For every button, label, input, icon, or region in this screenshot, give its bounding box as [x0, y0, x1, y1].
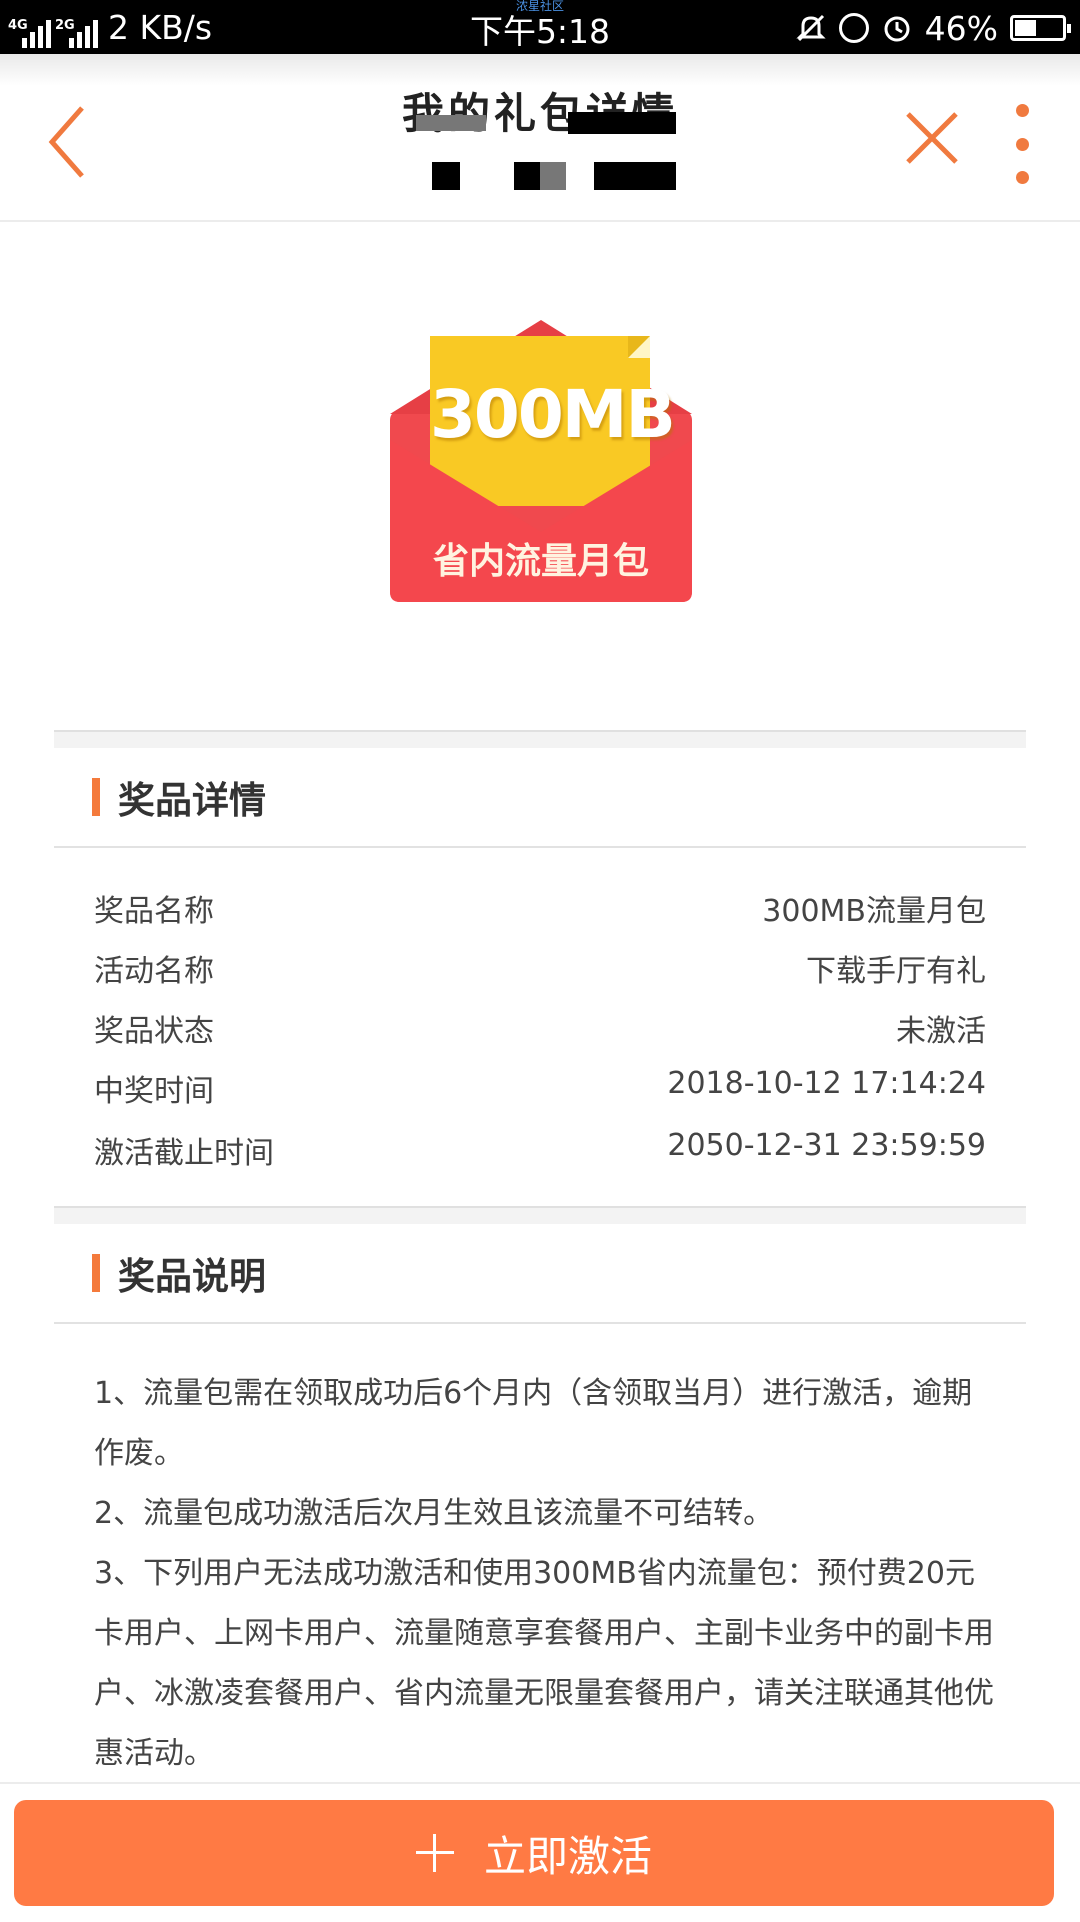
- close-icon[interactable]: [904, 110, 960, 166]
- details-section-header: 奖品详情: [54, 746, 1026, 848]
- section-accent-bar: [92, 1254, 100, 1292]
- detail-row: 中奖时间 2018-10-12 17:14:24: [94, 1066, 986, 1126]
- description-item: 2、流量包成功激活后次月生效且该流量不可结转。: [94, 1496, 774, 1531]
- status-bar: 4G 2G 2 KB/s 浓星社区 下午5:18 46%: [0, 0, 1080, 54]
- mute-icon: [796, 14, 826, 42]
- details-heading: 奖品详情: [118, 779, 266, 822]
- prize-package-label: 省内流量月包: [432, 541, 649, 582]
- activate-button[interactable]: 立即激活: [14, 1800, 1054, 1906]
- section-accent-bar: [92, 778, 100, 816]
- description-item: 3、下列用户无法成功激活和使用300MB省内流量包：预付费20元卡用户、上网卡用…: [94, 1556, 994, 1771]
- description-section-header: 奖品说明: [54, 1222, 1026, 1324]
- status-right: 46%: [795, 8, 1071, 48]
- detail-value: 2050-12-31 23:59:59: [667, 1128, 986, 1163]
- detail-value: 未激活: [896, 1014, 986, 1049]
- data-saver-icon: [838, 13, 869, 43]
- detail-row: 激活截止时间 2050-12-31 23:59:59: [94, 1128, 986, 1188]
- plus-icon: [415, 1834, 454, 1872]
- detail-key: 激活截止时间: [94, 1136, 274, 1171]
- detail-value: 300MB流量月包: [762, 894, 986, 929]
- detail-row: 活动名称 下载手厅有礼: [94, 946, 986, 1006]
- detail-value: 下载手厅有礼: [806, 954, 986, 989]
- alarm-icon: [884, 16, 910, 42]
- detail-key: 奖品名称: [94, 894, 214, 929]
- detail-row: 奖品名称 300MB流量月包: [94, 886, 986, 946]
- detail-value: 2018-10-12 17:14:24: [667, 1066, 986, 1101]
- detail-row: 奖品状态 未激活: [94, 1006, 986, 1066]
- prize-envelope-image: 300MB 省内流量月包: [386, 320, 696, 602]
- description-heading: 奖品说明: [118, 1255, 266, 1298]
- detail-key: 奖品状态: [94, 1014, 214, 1049]
- battery-percent: 46%: [924, 8, 998, 48]
- detail-key: 中奖时间: [94, 1074, 214, 1109]
- activate-label: 立即激活: [483, 1831, 652, 1881]
- app-header: 我的礼包详情: [0, 54, 1080, 222]
- battery-icon: [1010, 15, 1071, 41]
- description-item: 1、流量包需在领取成功后6个月内（含领取当月）进行激活，逾期作废。: [94, 1376, 973, 1471]
- detail-key: 活动名称: [94, 954, 214, 989]
- more-icon[interactable]: [1010, 104, 1034, 184]
- description-text: 1、流量包需在领取成功后6个月内（含领取当月）进行激活，逾期作废。 2、流量包成…: [94, 1364, 994, 1784]
